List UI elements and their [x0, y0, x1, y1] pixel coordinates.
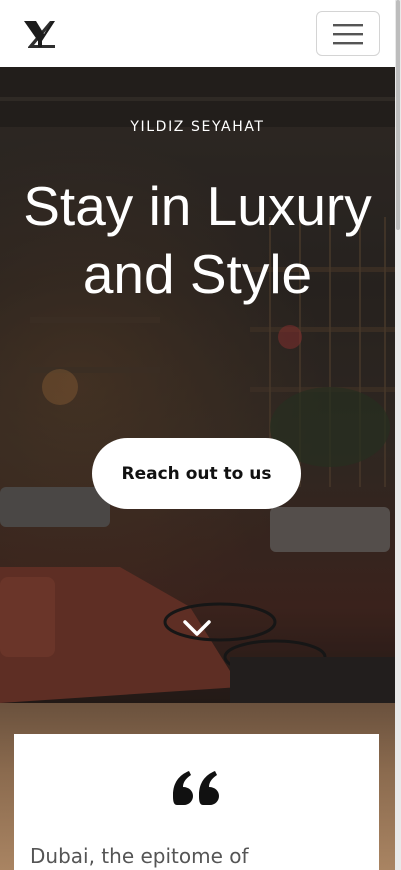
hero-overlay	[0, 67, 395, 703]
quote-icon	[173, 771, 219, 805]
hero-kicker: YILDIZ SEYAHAT	[130, 119, 265, 135]
contact-cta-button[interactable]: Reach out to us	[92, 438, 301, 509]
hero-section: YILDIZ SEYAHAT Stay in Luxury and Style …	[0, 67, 395, 703]
menu-toggle-button[interactable]	[316, 11, 380, 56]
site-header	[0, 0, 395, 67]
page-scrollbar[interactable]	[395, 0, 401, 870]
hero-title: Stay in Luxury and Style	[23, 175, 372, 305]
scrollbar-thumb[interactable]	[396, 0, 400, 230]
logo-icon[interactable]	[22, 17, 56, 51]
hamburger-menu-icon	[333, 23, 363, 44]
testimonial-card: Dubai, the epitome of	[14, 734, 379, 870]
chevron-down-icon[interactable]	[182, 618, 212, 638]
testimonial-text: Dubai, the epitome of	[30, 844, 249, 868]
